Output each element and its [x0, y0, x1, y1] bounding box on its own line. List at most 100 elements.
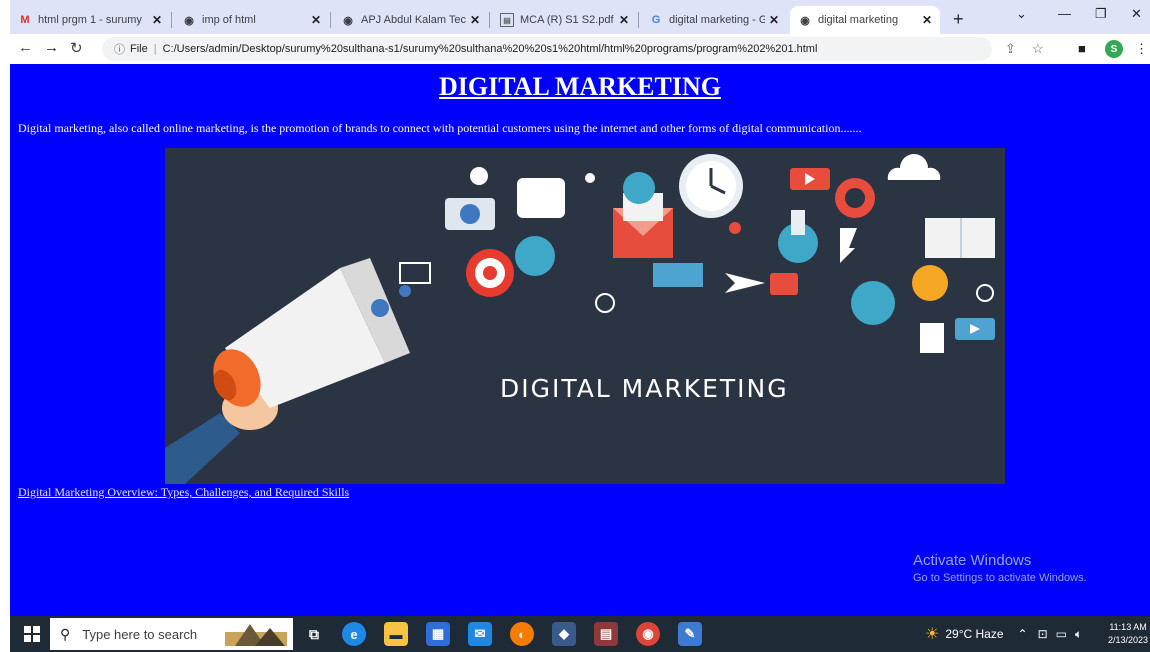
store-icon[interactable]: ▦ [426, 622, 450, 646]
tab-digital-marketing-google[interactable]: G digital marketing - Go ✕ [641, 6, 787, 34]
tab-digital-marketing[interactable]: ◉ digital marketing ✕ [790, 6, 940, 34]
chevron-up-icon[interactable]: ⌃ [1018, 627, 1028, 641]
network-icon[interactable]: ⊡ [1038, 627, 1048, 641]
close-tab-icon[interactable]: ✕ [311, 13, 321, 27]
tab-mca-pdf[interactable]: ▤ MCA (R) S1 S2.pdf ✕ [492, 6, 637, 34]
gmail-icon: M [20, 14, 30, 26]
windows-taskbar: ⚲ Type here to search ⧉ e ▬ ▦ ✉ ◐ ◆ ▤ ◉ … [10, 616, 1150, 652]
chart-icon [653, 263, 703, 287]
profile-avatar[interactable]: S [1105, 40, 1123, 58]
airplane-icon [725, 273, 765, 293]
file-explorer-icon[interactable]: ▬ [384, 622, 408, 646]
windows-start-icon[interactable] [24, 626, 40, 642]
tab-search-chevron-icon[interactable]: ⌄ [1016, 6, 1027, 22]
taskbar-clock[interactable]: 11:13 AM 2/13/2023 [1108, 621, 1148, 647]
chrome-icon[interactable]: ◉ [636, 622, 660, 646]
edge-browser-icon[interactable]: e [342, 622, 366, 646]
document-icon [920, 323, 944, 353]
search-placeholder: Type here to search [82, 626, 198, 642]
lock-icon [470, 167, 488, 185]
sleeve-shape [165, 413, 240, 484]
banner-illustration [165, 154, 995, 484]
id-card-icon [770, 273, 798, 295]
intro-paragraph: Digital marketing, also called online ma… [18, 121, 862, 135]
restore-button[interactable]: ❐ [1095, 6, 1107, 22]
close-tab-icon[interactable]: ✕ [470, 13, 480, 27]
forward-arrow-icon[interactable]: → [44, 39, 59, 56]
tab-title: APJ Abdul Kalam Tech [361, 14, 466, 26]
watermark-line-1: Activate Windows [913, 552, 1032, 569]
cursor-hand-icon [517, 178, 565, 218]
minimize-button[interactable]: — [1058, 6, 1071, 21]
close-tab-icon[interactable]: ✕ [922, 13, 932, 27]
like-icon [623, 172, 655, 204]
tab-title: digital marketing [818, 14, 899, 26]
browser-toolbar: ← → ↻ ⓘ File | C:/Users/admin/Desktop/su… [10, 34, 1150, 64]
display-icon[interactable]: ▭ [1056, 627, 1067, 641]
reload-icon[interactable]: ↻ [70, 39, 83, 57]
google-icon: G [651, 14, 661, 26]
globe-icon: ◉ [343, 14, 353, 27]
notes-app-icon[interactable]: ✎ [678, 622, 702, 646]
weather-text[interactable]: 29°C Haze [945, 627, 1003, 641]
close-window-button[interactable]: ✕ [1131, 6, 1142, 22]
cloud-icon [887, 154, 941, 180]
search-icon: ⚲ [60, 625, 71, 642]
address-scheme-label: File [130, 43, 148, 55]
new-tab-button[interactable]: + [953, 9, 964, 30]
globe-icon: ◉ [800, 14, 810, 27]
lightbulb-icon [912, 265, 948, 301]
gear-icon [371, 299, 389, 317]
menu-kebab-icon[interactable]: ⋮ [1135, 41, 1148, 57]
tab-title: MCA (R) S1 S2.pdf [520, 14, 614, 26]
tab-title: html prgm 1 - surumy [38, 14, 142, 26]
share-icon[interactable]: ⇪ [1005, 41, 1016, 57]
tab-separator [330, 12, 331, 28]
firefox-icon[interactable]: ◐ [510, 622, 534, 646]
search-highlight-icon [225, 624, 287, 646]
system-tray: ☀ 29°C Haze ⌃ ⊡ ▭ 🔈︎ [925, 616, 1082, 652]
world-icon [851, 281, 895, 325]
tab-html-prgm[interactable]: M html prgm 1 - surumy ✕ [10, 6, 170, 34]
task-view-icon[interactable]: ⧉ [302, 622, 326, 646]
mail-icon[interactable]: ✉ [468, 622, 492, 646]
close-tab-icon[interactable]: ✕ [152, 13, 162, 27]
tab-apj[interactable]: ◉ APJ Abdul Kalam Tech ✕ [333, 6, 488, 34]
tab-title: digital marketing - Go [669, 14, 765, 26]
globe-icon: ◉ [184, 14, 194, 27]
weather-icon: ☀ [925, 626, 940, 643]
bar-chart-icon [399, 262, 431, 284]
tab-separator [638, 12, 639, 28]
bookmark-star-icon[interactable]: ☆ [1032, 41, 1044, 57]
taskbar-search-input[interactable]: ⚲ Type here to search [50, 618, 293, 650]
tab-imp-of-html[interactable]: ◉ imp of html ✕ [174, 6, 329, 34]
back-arrow-icon[interactable]: ← [18, 39, 33, 56]
clock-date: 2/13/2023 [1108, 635, 1149, 645]
address-bar[interactable]: ⓘ File | C:/Users/admin/Desktop/surumy%2… [102, 37, 992, 61]
pdf-icon: ▤ [500, 13, 514, 27]
side-panel-icon[interactable]: ■ [1078, 41, 1086, 56]
page-heading: DIGITAL MARKETING [439, 72, 721, 101]
info-icon[interactable]: ⓘ [114, 41, 125, 57]
activate-windows-watermark: Activate Windows Go to Settings to activ… [913, 552, 1087, 584]
banner-caption: DIGITAL MARKETING [500, 374, 789, 403]
watermark-line-2: Go to Settings to activate Windows. [913, 572, 1087, 584]
browser-tab-strip: M html prgm 1 - surumy ✕ ◉ imp of html ✕… [10, 0, 1150, 34]
close-tab-icon[interactable]: ✕ [619, 13, 629, 27]
tab-separator [489, 12, 490, 28]
globe-icon [515, 236, 555, 276]
app-icon[interactable]: ◆ [552, 622, 576, 646]
globe-outline-icon [595, 293, 615, 313]
volume-icon[interactable]: 🔈︎ [1075, 627, 1082, 642]
sailboat-icon [840, 228, 857, 263]
tab-separator [171, 12, 172, 28]
winrar-icon[interactable]: ▤ [594, 622, 618, 646]
page-body: DIGITAL MARKETING Digital marketing, als… [10, 64, 1150, 616]
close-tab-icon[interactable]: ✕ [769, 13, 779, 27]
digital-marketing-banner-image: DIGITAL MARKETING [165, 148, 1005, 484]
digital-marketing-overview-link[interactable]: Digital Marketing Overview: Types, Chall… [18, 485, 349, 500]
address-divider: | [153, 43, 157, 55]
tab-title: imp of html [202, 14, 256, 26]
clock-time: 11:13 AM [1109, 622, 1147, 632]
address-url: C:/Users/admin/Desktop/surumy%20sulthana… [162, 43, 818, 55]
